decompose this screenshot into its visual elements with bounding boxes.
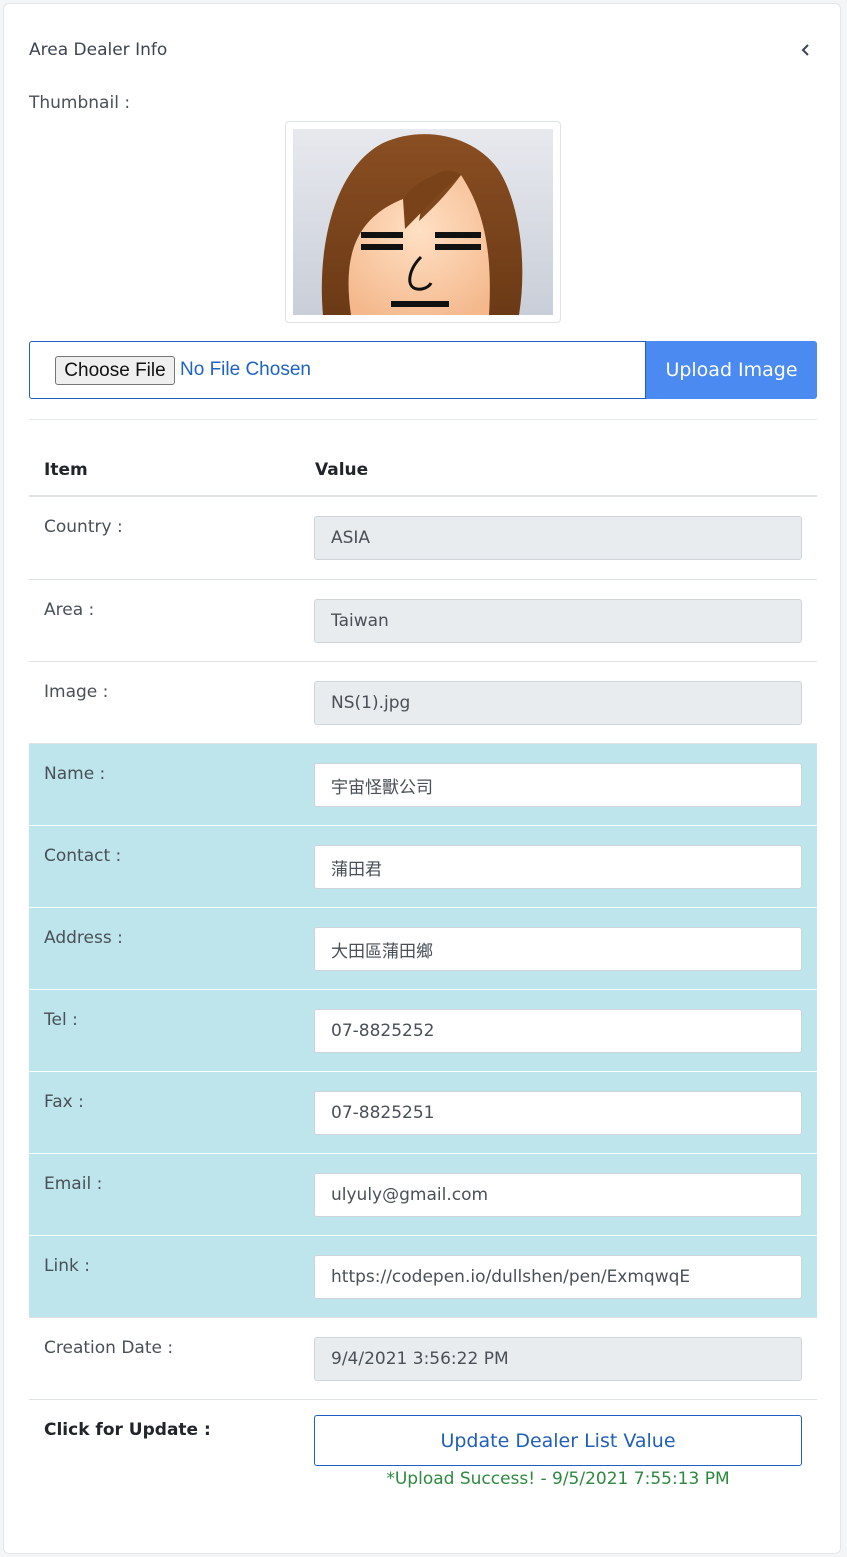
thumbnail-image	[285, 121, 561, 323]
divider	[29, 419, 817, 420]
tel-input[interactable]: 07-8825252	[314, 1009, 802, 1053]
table-header: Item Value	[29, 424, 817, 497]
chevron-left-icon[interactable]	[794, 38, 818, 62]
fax-input[interactable]: 07-8825251	[314, 1091, 802, 1135]
image-field: NS(1).jpg	[314, 681, 802, 725]
name-label: Name :	[44, 764, 106, 784]
table-row: Creation Date : 9/4/2021 3:56:22 PM	[29, 1317, 817, 1399]
upload-image-button[interactable]: Upload Image	[646, 341, 817, 399]
link-label: Link :	[44, 1256, 90, 1276]
table-row: Address : 大田區蒲田鄉	[29, 907, 817, 989]
card-title: Area Dealer Info	[29, 40, 168, 60]
dealer-info-card: Area Dealer Info Thumbnail : Choose File…	[3, 3, 841, 1554]
avatar-illustration	[293, 129, 553, 315]
tel-label: Tel :	[44, 1010, 78, 1030]
contact-label: Contact :	[44, 846, 122, 866]
link-input[interactable]: https://codepen.io/dullshen/pen/ExmqwqE	[314, 1255, 802, 1299]
table-row: Contact : 蒲田君	[29, 825, 817, 907]
fax-label: Fax :	[44, 1092, 84, 1112]
name-input[interactable]: 宇宙怪獸公司	[314, 763, 802, 807]
table-row: Area : Taiwan	[29, 579, 817, 661]
upload-success-message: *Upload Success! - 9/5/2021 7:55:13 PM	[386, 1469, 730, 1489]
contact-input[interactable]: 蒲田君	[314, 845, 802, 889]
area-field: Taiwan	[314, 599, 802, 643]
update-label: Click for Update :	[44, 1420, 211, 1440]
table-row: Email : ulyuly@gmail.com	[29, 1153, 817, 1235]
image-label: Image :	[44, 682, 109, 702]
table-row: Tel : 07-8825252	[29, 989, 817, 1071]
email-input[interactable]: ulyuly@gmail.com	[314, 1173, 802, 1217]
country-label: Country :	[44, 517, 123, 537]
address-input[interactable]: 大田區蒲田鄉	[314, 927, 802, 971]
country-field: ASIA	[314, 516, 802, 560]
area-label: Area :	[44, 600, 95, 620]
email-label: Email :	[44, 1174, 103, 1194]
thumbnail-label: Thumbnail :	[29, 93, 131, 113]
update-row: Click for Update : Update Dealer List Va…	[29, 1399, 817, 1511]
table-row: Image : NS(1).jpg	[29, 661, 817, 743]
table-row: Link : https://codepen.io/dullshen/pen/E…	[29, 1235, 817, 1317]
table-row: Country : ASIA	[29, 497, 817, 579]
item-column-header: Item	[44, 460, 88, 480]
creation-date-field: 9/4/2021 3:56:22 PM	[314, 1337, 802, 1381]
file-input[interactable]: Choose File No File Chosen	[29, 341, 646, 399]
update-dealer-button[interactable]: Update Dealer List Value	[314, 1415, 802, 1466]
choose-file-button[interactable]: Choose File	[55, 356, 175, 385]
creation-date-label: Creation Date :	[44, 1338, 174, 1358]
table-row: Name : 宇宙怪獸公司	[29, 743, 817, 825]
no-file-chosen-text: No File Chosen	[180, 359, 311, 380]
address-label: Address :	[44, 928, 123, 948]
value-column-header: Value	[315, 460, 369, 480]
dealer-info-table: Item Value Country : ASIA Area : Taiwan …	[29, 424, 817, 1511]
table-row: Fax : 07-8825251	[29, 1071, 817, 1153]
